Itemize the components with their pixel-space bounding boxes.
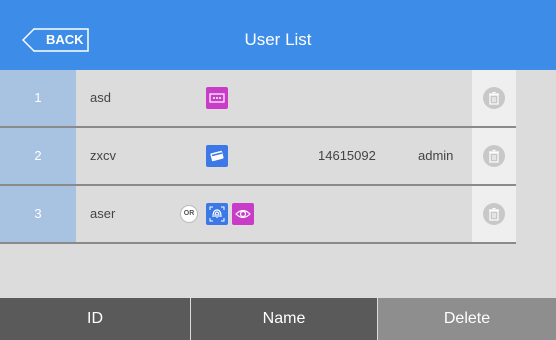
delete-cell <box>472 186 516 242</box>
fingerprint-icon <box>206 203 228 225</box>
user-row[interactable]: 2 zxcv 14615092 admin <box>0 128 516 184</box>
row-name: asd <box>90 90 111 105</box>
footer-bar: ID Name Delete <box>0 298 556 340</box>
or-badge: OR <box>180 205 198 223</box>
row-name: aser <box>90 206 116 221</box>
trash-icon[interactable] <box>483 203 505 225</box>
row-id: 2 <box>0 128 76 184</box>
row-id: 1 <box>0 70 76 126</box>
password-icon <box>206 87 228 109</box>
sort-by-id-button[interactable]: ID <box>0 298 190 340</box>
sort-by-name-button[interactable]: Name <box>191 298 377 340</box>
row-divider <box>0 242 516 244</box>
iris-icon <box>232 203 254 225</box>
user-row[interactable]: 3 aser OR <box>0 186 516 242</box>
row-card-number: 14615092 <box>318 148 376 163</box>
delete-cell <box>472 70 516 126</box>
delete-button[interactable]: Delete <box>378 298 556 340</box>
page-title: User List <box>244 30 312 49</box>
user-row[interactable]: 1 asd <box>0 70 516 126</box>
row-privilege: admin <box>418 148 454 163</box>
card-icon <box>206 145 228 167</box>
delete-cell <box>472 128 516 184</box>
row-name: zxcv <box>90 148 116 163</box>
trash-icon[interactable] <box>483 145 505 167</box>
row-id: 3 <box>0 186 76 242</box>
trash-icon[interactable] <box>483 87 505 109</box>
header-bar: BACK User List <box>0 0 556 70</box>
